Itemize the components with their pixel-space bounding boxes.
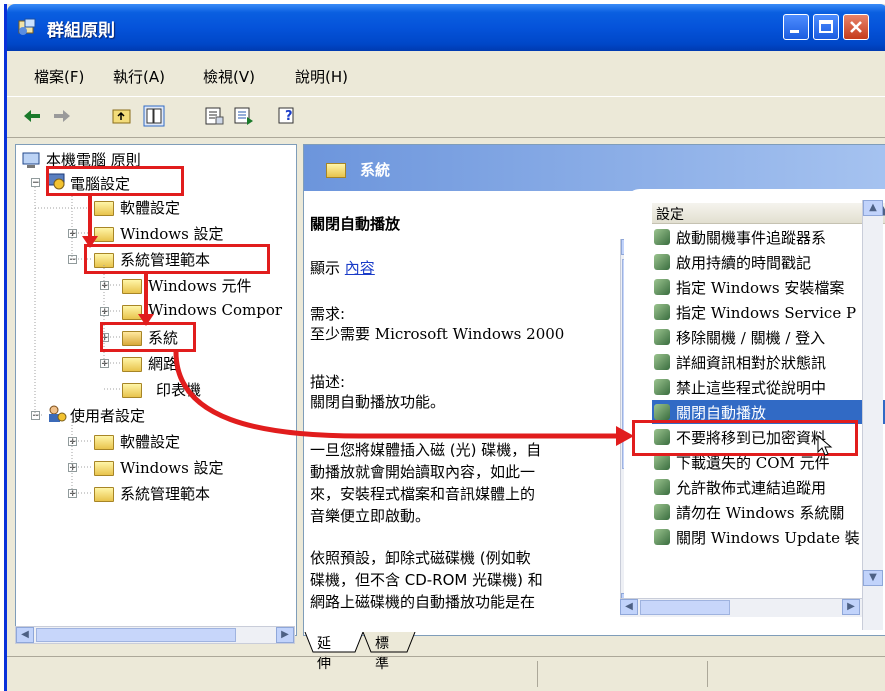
mouse-pointer-icon (817, 434, 833, 456)
settings-horizontal-scrollbar[interactable]: ◀ ▶ (620, 598, 862, 617)
scroll-down-button[interactable]: ▼ (863, 570, 883, 586)
scroll-right-button[interactable]: ▶ (842, 599, 860, 615)
scroll-thumb[interactable] (640, 600, 730, 615)
scroll-left-button[interactable]: ◀ (620, 599, 638, 615)
settings-vertical-scrollbar[interactable]: ▲ ▼ (862, 200, 883, 630)
scroll-up-button[interactable]: ▲ (863, 200, 883, 216)
annotation-arrows (82, 196, 634, 446)
